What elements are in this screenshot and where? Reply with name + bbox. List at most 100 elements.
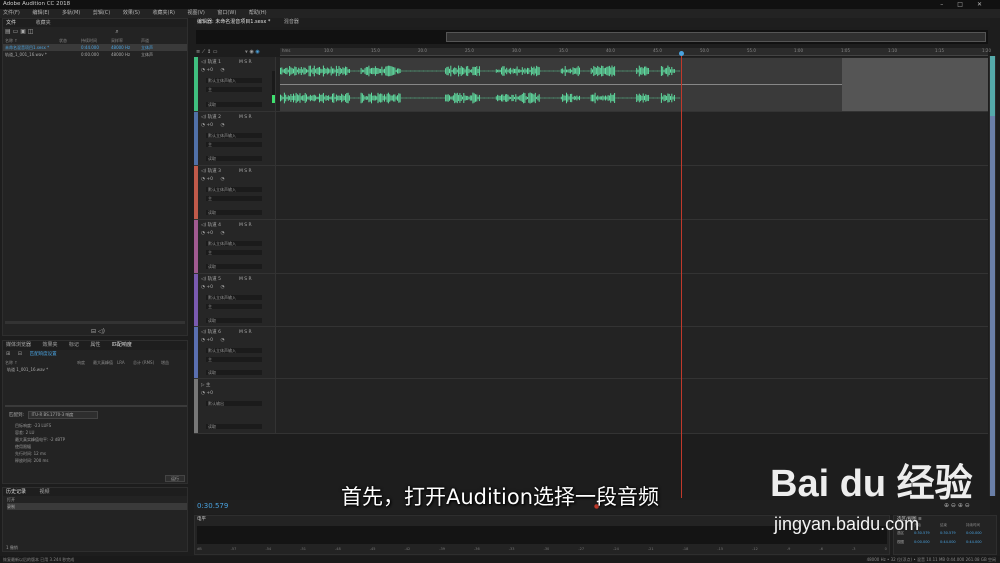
menu-file[interactable]: 文件(F) xyxy=(3,10,20,16)
input-select[interactable]: 默认立体声输入 xyxy=(206,78,262,83)
master-track[interactable]: ▷ 主 ◔ +0 默认输出 读取 xyxy=(194,379,988,434)
col-channels[interactable]: 声道 xyxy=(141,37,163,44)
sync-icon[interactable]: ◉ xyxy=(255,49,259,55)
files-scrollbar[interactable] xyxy=(5,321,185,324)
mute-icon[interactable]: ◁) xyxy=(201,277,206,282)
input-select[interactable]: 默认立体声输入 xyxy=(206,187,262,192)
file-row[interactable]: 未命名混音项目1.sesx * 0:44.000 48000 Hz 立体声 xyxy=(3,44,187,51)
tab-editor[interactable]: 编辑器: 未命名混音项目1.sesx * xyxy=(197,19,270,25)
track-name[interactable]: 轨道 4 xyxy=(208,223,221,228)
insert-icon[interactable]: ◫ xyxy=(28,28,34,35)
reveal-icon[interactable]: ⊟ xyxy=(91,328,96,335)
pan-knob-icon[interactable]: ◔ xyxy=(220,123,224,128)
volume-knob-icon[interactable]: ◔ xyxy=(201,231,205,236)
tab-match-loudness[interactable]: 匹配响度 xyxy=(112,342,132,348)
tab-mixer[interactable]: 混音器 xyxy=(284,19,299,25)
automation-select[interactable]: 读取 xyxy=(206,370,262,375)
volume-envelope[interactable] xyxy=(280,84,842,85)
playhead[interactable] xyxy=(681,53,682,498)
col-name[interactable]: 名称 ↑ xyxy=(5,37,59,44)
pan-knob-icon[interactable]: ◔ xyxy=(220,231,224,236)
track-5[interactable]: ◁) 轨道 5M S R ◔ +0 ◔ 默认立体声输入 主 读取 xyxy=(194,274,988,327)
volume-knob-icon[interactable]: ◔ xyxy=(201,285,205,290)
maximize-icon[interactable]: □ xyxy=(957,1,977,8)
volume-knob-icon[interactable]: ◔ xyxy=(201,391,205,396)
automation-select[interactable]: 读取 xyxy=(206,210,262,215)
arrow-icon[interactable]: ↕ xyxy=(207,49,211,55)
volume-knob-icon[interactable]: ◔ xyxy=(201,123,205,128)
timeline-ruler[interactable]: hms 10.0 15.0 20.0 25.0 30.0 35.0 40.0 4… xyxy=(280,48,991,56)
speaker-icon[interactable]: ◁) xyxy=(98,328,105,335)
output-select[interactable]: 默认输出 xyxy=(206,401,262,406)
automation-select[interactable]: 读取 xyxy=(206,264,262,269)
track-3[interactable]: ◁) 轨道 3M S R ◔ +0 ◔ 默认立体声输入 主 读取 xyxy=(194,166,988,220)
close-icon[interactable]: ✕ xyxy=(977,1,996,8)
menu-favorites[interactable]: 收藏夹(R) xyxy=(153,10,175,16)
mute-icon[interactable]: ◁) xyxy=(201,169,206,174)
track-2[interactable]: ◁) 轨道 2M S R ◔ +0 ◔ 默认立体声输入 主 读取 xyxy=(194,112,988,166)
track-1[interactable]: ◁) 轨道 1M S R ◔ +0 ◔ 默认立体声输入 主 读取 xyxy=(194,57,988,112)
output-select[interactable]: 主 xyxy=(206,250,262,255)
pan-knob-icon[interactable]: ◔ xyxy=(220,177,224,182)
input-select[interactable]: 默认立体声输入 xyxy=(206,133,262,138)
view-row[interactable]: 视图 0:00.000 0:44.000 0:44.000 xyxy=(894,540,996,545)
tab-effects-rack[interactable]: 效果夹 xyxy=(42,342,57,348)
volume-knob-icon[interactable]: ◔ xyxy=(201,338,205,343)
track-4[interactable]: ◁) 轨道 4M S R ◔ +0 ◔ 默认立体声输入 主 读取 xyxy=(194,220,988,274)
col-status[interactable]: 状态 xyxy=(59,37,81,44)
search-icon[interactable]: ⌕ xyxy=(115,28,118,35)
volume-knob-icon[interactable]: ◔ xyxy=(201,68,205,73)
automation-select[interactable]: 读取 xyxy=(206,102,262,107)
playhead-handle[interactable] xyxy=(679,51,684,56)
automation-select[interactable]: 读取 xyxy=(206,156,262,161)
menu-multitrack[interactable]: 多轨(M) xyxy=(62,10,80,16)
overview-bar[interactable] xyxy=(196,30,988,44)
msr-buttons[interactable]: M S R xyxy=(239,60,252,65)
menu-edit[interactable]: 编辑(E) xyxy=(32,10,49,16)
track-name[interactable]: 轨道 3 xyxy=(208,169,221,174)
track-name[interactable]: 主 xyxy=(206,383,211,388)
track-name[interactable]: 轨道 6 xyxy=(208,330,221,335)
track-name[interactable]: 轨道 2 xyxy=(208,115,221,120)
automation-select[interactable]: 读取 xyxy=(206,318,262,323)
window-controls[interactable]: –□✕ xyxy=(940,0,996,9)
new-file-icon[interactable]: ▤ xyxy=(5,28,11,35)
track-name[interactable]: 轨道 5 xyxy=(208,277,221,282)
menu-effects[interactable]: 效果(S) xyxy=(123,10,140,16)
menu-clip[interactable]: 剪辑(C) xyxy=(93,10,110,16)
mute-icon[interactable]: ◁) xyxy=(201,330,206,335)
audio-clip[interactable] xyxy=(280,58,842,112)
pan-knob-icon[interactable]: ◔ xyxy=(220,68,224,73)
speaker-icon[interactable]: ▷ xyxy=(201,383,204,388)
menu-view[interactable]: 视图(V) xyxy=(188,10,205,16)
filter-icon[interactable]: ⩔ xyxy=(245,49,248,55)
curve-icon[interactable]: ⟋ xyxy=(202,49,206,55)
remove-icon[interactable]: ⊟ xyxy=(18,351,22,357)
loudness-item[interactable]: 轨道 1_001_16.wav * xyxy=(3,366,187,373)
mute-icon[interactable]: ◁) xyxy=(201,60,206,65)
output-select[interactable]: 主 xyxy=(206,304,262,309)
match-to-select[interactable]: ITU-R BS.1770-3 响度 xyxy=(28,411,99,419)
menu-help[interactable]: 帮助(H) xyxy=(249,10,267,16)
add-icon[interactable]: ⊞ xyxy=(6,351,10,357)
tab-properties[interactable]: 属性 xyxy=(90,342,100,348)
clip-icon[interactable]: ▭ xyxy=(213,49,218,55)
track-6[interactable]: ◁) 轨道 6M S R ◔ +0 ◔ 默认立体声输入 主 读取 xyxy=(194,327,988,379)
col-duration[interactable]: 持续时间 xyxy=(81,37,111,44)
ghost-icon[interactable]: ◉ xyxy=(249,49,253,55)
col-rate[interactable]: 采样率 xyxy=(111,37,141,44)
overview-range[interactable] xyxy=(446,32,986,42)
open-file-icon[interactable]: ▭ xyxy=(13,28,19,35)
tab-media-browser[interactable]: 媒体浏览器 xyxy=(6,342,31,348)
tracks-icon[interactable]: ≡ xyxy=(196,49,200,55)
output-select[interactable]: 主 xyxy=(206,142,262,147)
automation-select[interactable]: 读取 xyxy=(206,424,262,429)
pan-knob-icon[interactable]: ◔ xyxy=(220,338,224,343)
input-select[interactable]: 默认立体声输入 xyxy=(206,241,262,246)
loudness-settings-button[interactable]: 匹配响度设置 xyxy=(30,352,57,357)
mute-icon[interactable]: ◁) xyxy=(201,115,206,120)
output-select[interactable]: 主 xyxy=(206,196,262,201)
track-vertical-scrollbar[interactable] xyxy=(989,56,996,496)
minimize-icon[interactable]: – xyxy=(940,1,957,8)
input-select[interactable]: 默认立体声输入 xyxy=(206,295,262,300)
